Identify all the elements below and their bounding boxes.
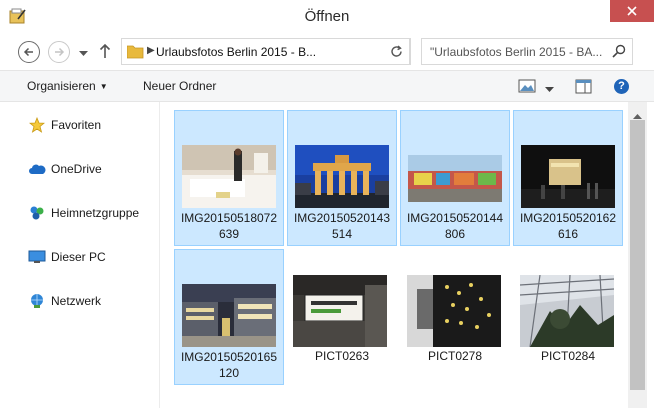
file-name-part: PICT0278	[427, 349, 483, 363]
preview-pane-icon	[575, 79, 592, 94]
file-name: IMG20150520162 616	[514, 210, 622, 242]
file-item[interactable]: IMG20150518072 639	[174, 110, 284, 246]
breadcrumb-separator-icon: ▶	[147, 45, 155, 56]
sidebar-item-label: Netzwerk	[51, 294, 102, 308]
cloud-icon	[28, 161, 46, 177]
file-item[interactable]: IMG20150520165 120	[174, 249, 284, 385]
file-name-part: 639	[218, 227, 240, 241]
new-folder-button[interactable]: Neuer Ordner	[143, 79, 216, 93]
view-options-button[interactable]	[545, 82, 554, 96]
star-icon	[28, 117, 46, 133]
file-list: IMG20150518072 639 IMG20150520143 514 IM…	[160, 102, 628, 408]
file-name-part: IMG20150518072	[180, 211, 278, 225]
sidebar-item-label: OneDrive	[51, 162, 102, 176]
recent-locations-button[interactable]	[79, 46, 88, 60]
sidebar-item-label: Dieser PC	[51, 250, 106, 264]
file-name: IMG20150520143 514	[288, 210, 396, 242]
view-icon	[518, 79, 536, 93]
file-name-part: PICT0263	[314, 349, 370, 363]
sidebar-item-homegroup[interactable]: Heimnetzgruppe	[28, 203, 139, 223]
sidebar-item-network[interactable]: Netzwerk	[28, 291, 101, 311]
navigation-bar: ▶ Urlaubsfotos Berlin 2015 - B... "Urlau…	[0, 33, 654, 71]
file-name: IMG20150518072 639	[175, 210, 283, 242]
window-title: Öffnen	[304, 8, 350, 25]
title-bar: Öffnen	[0, 0, 654, 33]
search-box[interactable]: "Urlaubsfotos Berlin 2015 - BA...	[421, 38, 633, 65]
sidebar-item-label: Heimnetzgruppe	[51, 206, 140, 220]
image-thumbnail	[407, 275, 501, 347]
navigation-pane: Favoriten OneDrive Heimnetzgruppe Dieser…	[0, 102, 160, 408]
address-path[interactable]: Urlaubsfotos Berlin 2015 - B...	[156, 45, 316, 59]
file-name: PICT0278	[400, 348, 510, 364]
file-name-part: IMG20150520165	[180, 350, 278, 364]
forward-button[interactable]	[48, 41, 70, 63]
image-thumbnail	[182, 145, 276, 208]
change-view-button[interactable]	[518, 79, 536, 96]
chevron-down-icon: ▼	[99, 82, 108, 91]
chevron-down-icon	[545, 87, 554, 92]
image-thumbnail	[520, 275, 614, 347]
scrollbar-thumb[interactable]	[630, 120, 645, 390]
refresh-button[interactable]	[383, 38, 410, 65]
help-button[interactable]: ?	[614, 79, 629, 94]
file-name: IMG20150520165 120	[175, 349, 283, 381]
file-name-part: IMG20150520144	[406, 211, 504, 225]
file-name: IMG20150520144 806	[401, 210, 509, 242]
sidebar-item-favorites[interactable]: Favoriten	[28, 115, 101, 135]
arrow-left-icon	[23, 47, 33, 57]
network-icon	[28, 293, 46, 309]
computer-icon	[28, 249, 46, 265]
image-thumbnail	[182, 284, 276, 347]
arrow-up-icon	[99, 43, 111, 58]
file-name-part: IMG20150520162	[519, 211, 617, 225]
folder-icon	[126, 44, 144, 62]
file-item[interactable]: IMG20150520144 806	[400, 110, 510, 246]
file-item[interactable]: PICT0284	[513, 249, 623, 385]
window-edge	[647, 102, 654, 408]
preview-pane-button[interactable]	[575, 79, 592, 97]
image-thumbnail	[293, 275, 387, 347]
file-item[interactable]: PICT0263	[287, 249, 397, 385]
close-icon	[627, 6, 637, 16]
chevron-down-icon	[79, 51, 88, 56]
help-icon: ?	[618, 80, 625, 92]
image-thumbnail	[295, 145, 389, 208]
up-button[interactable]	[99, 43, 111, 62]
file-name-part: 616	[557, 227, 579, 241]
address-bar[interactable]: ▶ Urlaubsfotos Berlin 2015 - B...	[121, 38, 411, 65]
chevron-up-icon	[633, 114, 642, 119]
refresh-icon	[390, 45, 402, 57]
file-name-part: PICT0284	[540, 349, 596, 363]
sidebar-item-this-pc[interactable]: Dieser PC	[28, 247, 106, 267]
search-icon[interactable]	[612, 44, 626, 61]
file-name-part: 514	[331, 227, 353, 241]
organize-label: Organisieren	[27, 79, 96, 93]
file-item[interactable]: PICT0278	[400, 249, 510, 385]
sidebar-item-onedrive[interactable]: OneDrive	[28, 159, 102, 179]
homegroup-icon	[28, 205, 46, 221]
close-button[interactable]	[610, 0, 654, 22]
organize-button[interactable]: Organisieren ▼	[27, 79, 108, 93]
file-name-part: 806	[444, 227, 466, 241]
image-thumbnail	[408, 155, 502, 202]
file-name-part: IMG20150520143	[293, 211, 391, 225]
file-item[interactable]: IMG20150520162 616	[513, 110, 623, 246]
image-thumbnail	[521, 145, 615, 208]
arrow-right-icon	[55, 47, 65, 57]
vertical-scrollbar[interactable]	[628, 102, 647, 408]
file-name: PICT0284	[513, 348, 623, 364]
file-name-part: 120	[218, 366, 240, 380]
file-name: PICT0263	[287, 348, 397, 364]
command-bar: Organisieren ▼ Neuer Ordner ?	[0, 71, 654, 102]
back-button[interactable]	[18, 41, 40, 63]
sidebar-item-label: Favoriten	[51, 118, 102, 132]
file-item[interactable]: IMG20150520143 514	[287, 110, 397, 246]
search-input[interactable]: "Urlaubsfotos Berlin 2015 - BA...	[430, 45, 610, 59]
